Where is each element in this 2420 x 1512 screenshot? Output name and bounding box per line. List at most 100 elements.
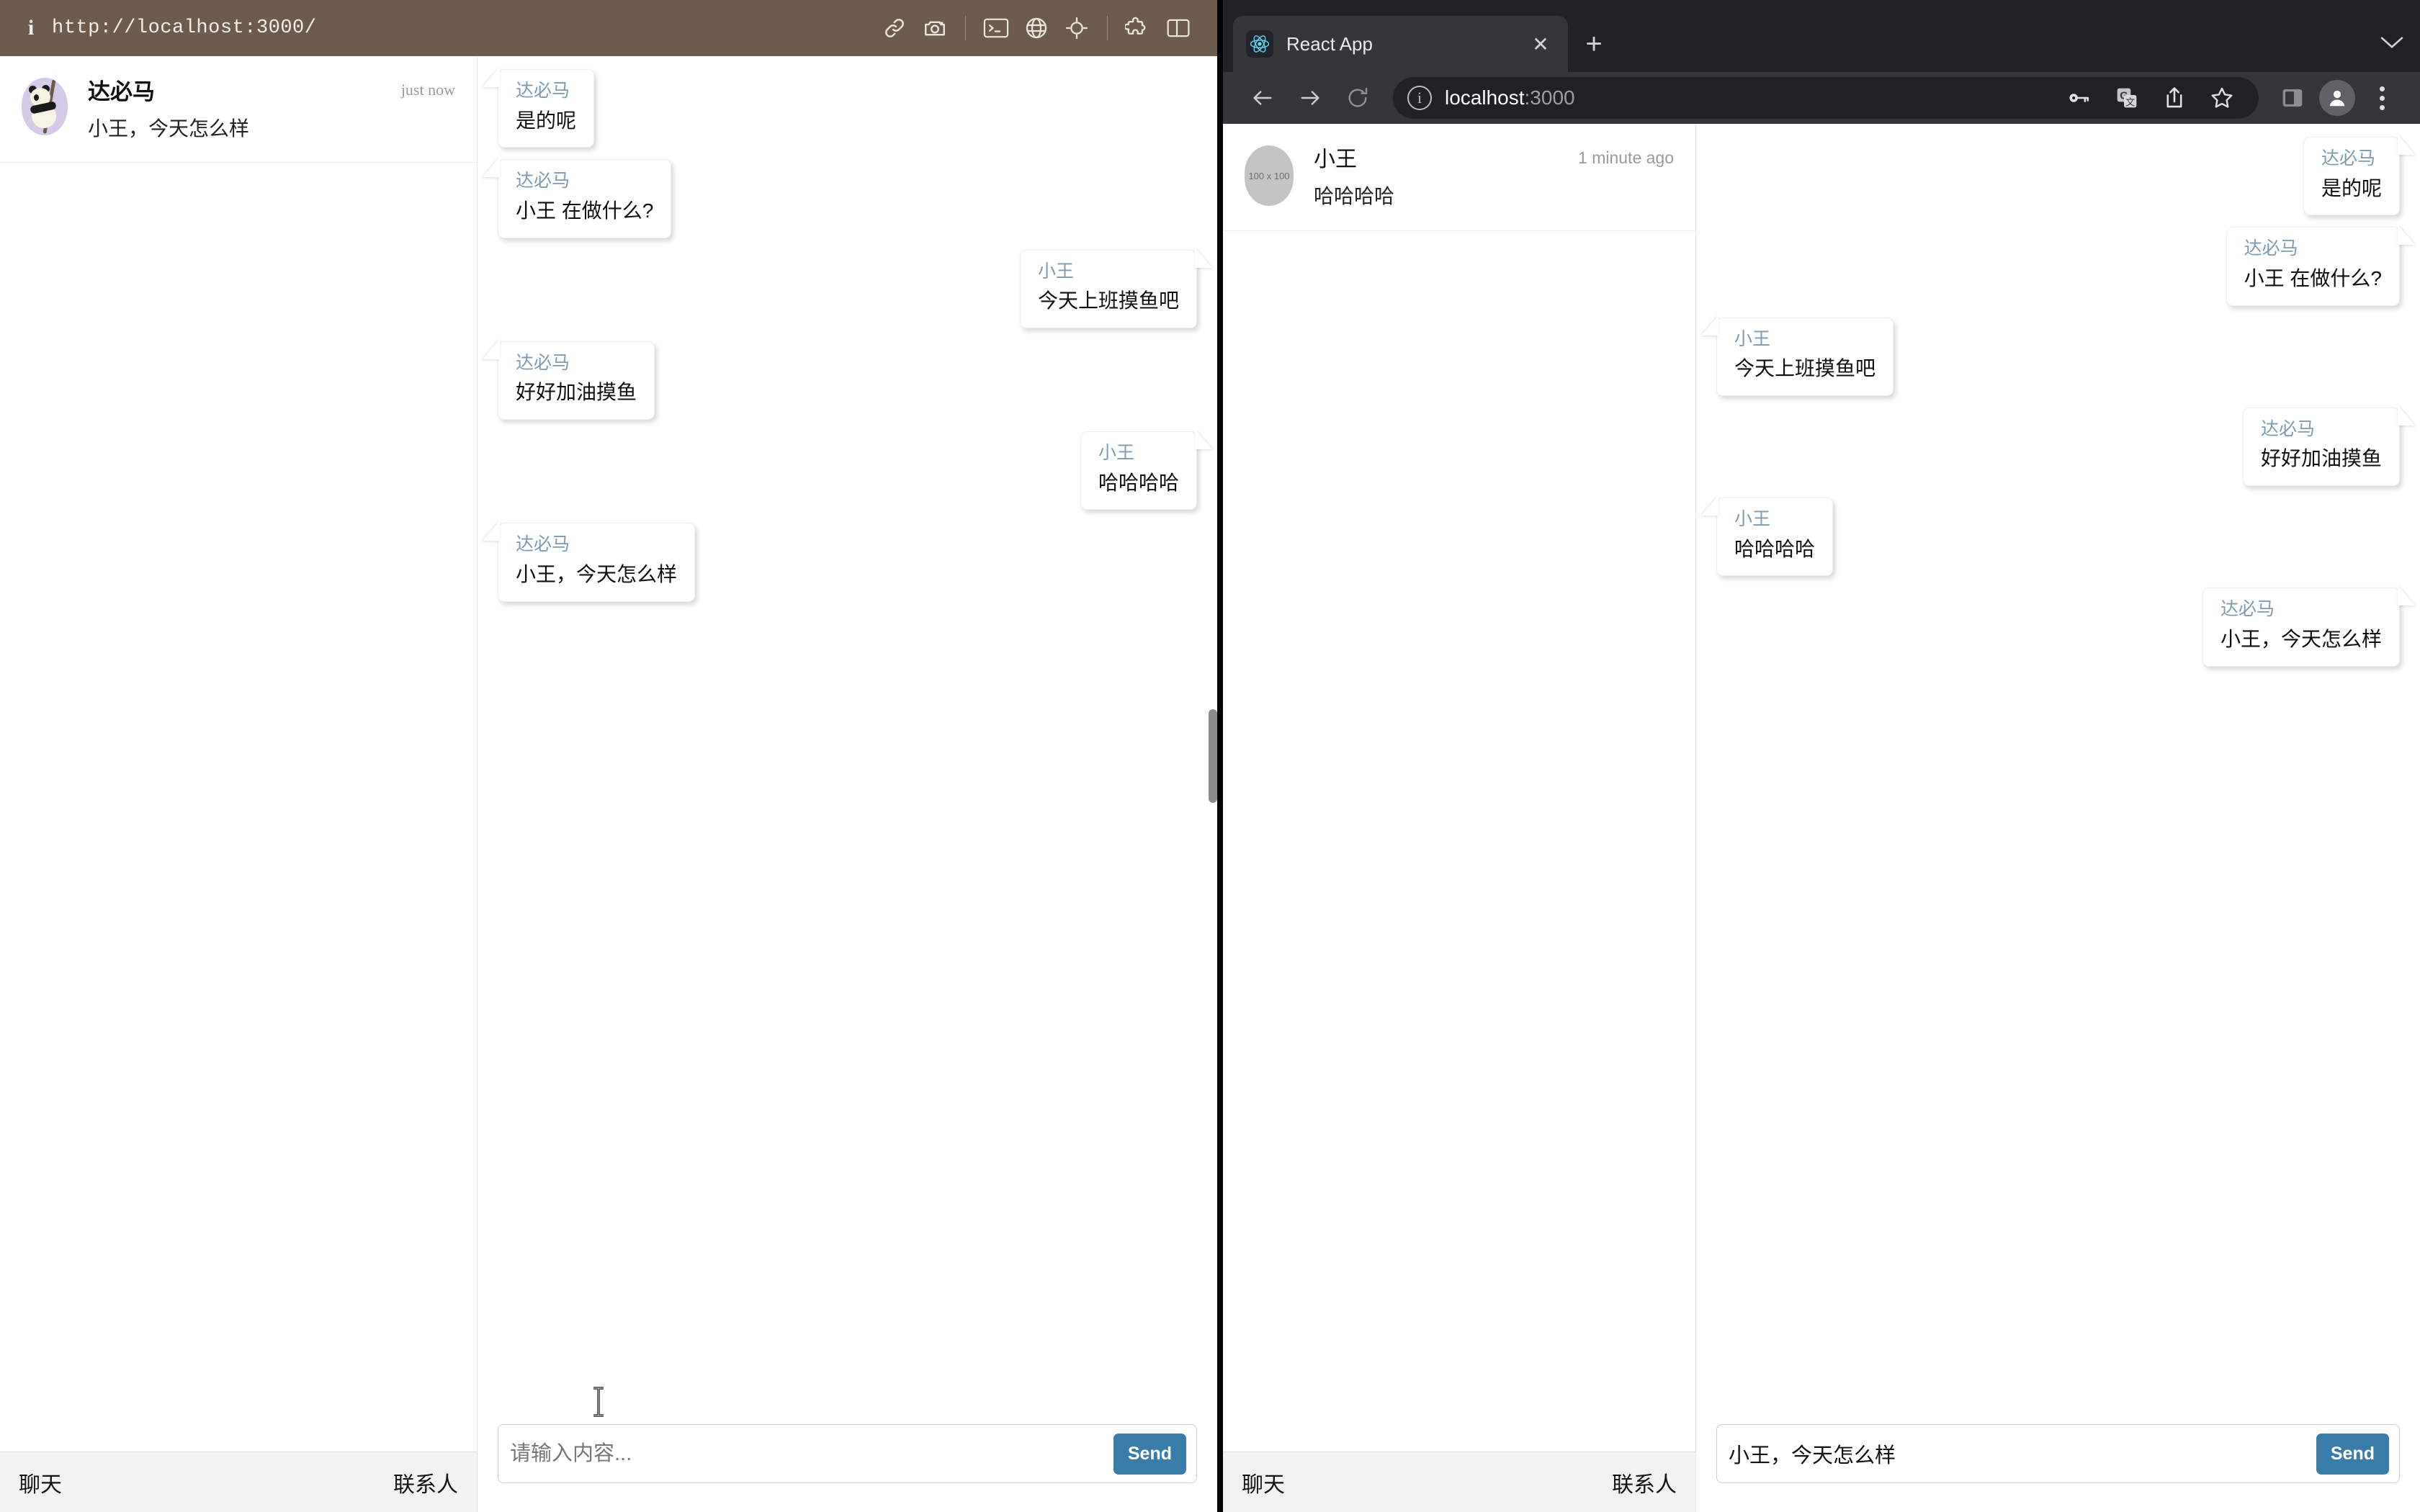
scrollbar-thumb[interactable] <box>1209 709 1217 803</box>
message-row: 达必马 好好加油摸鱼 <box>1716 407 2400 487</box>
browser-tab[interactable]: React App ✕ <box>1233 16 1568 72</box>
message-sender: 小王 <box>1098 443 1134 464</box>
avatar-size-label: 100 x 100 <box>1248 170 1290 181</box>
share-icon[interactable] <box>2152 77 2197 119</box>
tab-chat[interactable]: 聊天 <box>19 1467 62 1498</box>
right-bottom-tabbar: 聊天 联系人 <box>1223 1452 1695 1512</box>
toolbar-divider <box>965 16 966 40</box>
message-bubble: 达必马 好好加油摸鱼 <box>498 341 655 420</box>
message-input[interactable] <box>1724 1441 2316 1466</box>
split-panel-icon[interactable] <box>1158 8 1198 48</box>
left-message-list: 达必马 是的呢 达必马 小王 在做什么? 小王 今天上班摸鱼吧 达必马 好好加油摸鱼 小王 哈哈哈… <box>478 56 1217 1408</box>
send-button[interactable]: Send <box>2316 1433 2389 1475</box>
contact-list-item[interactable]: 100 x 100 小王 哈哈哈哈 1 minute ago <box>1223 124 1695 231</box>
profile-avatar-icon[interactable] <box>2315 77 2360 119</box>
site-info-icon[interactable]: i <box>1407 86 1432 110</box>
contact-list-item[interactable]: 达必马 小王，今天怎么样 just now <box>0 56 477 163</box>
puzzle-icon[interactable] <box>1118 8 1158 48</box>
tab-contacts[interactable]: 联系人 <box>1612 1467 1677 1498</box>
message-bubble: 小王 今天上班摸鱼吧 <box>1019 249 1197 328</box>
toolbar-divider-2 <box>1107 16 1108 40</box>
url-port: :3000 <box>1524 86 1575 109</box>
left-composer[interactable]: Send <box>498 1424 1197 1483</box>
message-content: 好好加油摸鱼 <box>516 381 637 404</box>
left-app-body: 达必马 小王，今天怎么样 just now 聊天 联系人 达必马 是的呢 达必马 小王… <box>0 56 1217 1512</box>
contact-snippet: 哈哈哈哈 <box>1314 185 1395 207</box>
message-bubble: 达必马 小王，今天怎么样 <box>498 523 696 602</box>
message-row: 达必马 小王 在做什么? <box>1716 227 2400 306</box>
camera-icon[interactable] <box>915 8 955 48</box>
left-contacts-column: 达必马 小王，今天怎么样 just now 聊天 联系人 <box>0 56 478 1512</box>
message-row: 达必马 好好加油摸鱼 <box>498 341 1197 420</box>
side-panel-icon[interactable] <box>2270 77 2315 119</box>
window-gutter <box>1217 0 1223 1512</box>
message-row: 小王 今天上班摸鱼吧 <box>498 249 1197 328</box>
close-tab-icon[interactable]: ✕ <box>1526 32 1555 56</box>
chrome-toolbar: i localhost:3000 G 文 <box>1223 72 2420 124</box>
message-bubble: 小王 哈哈哈哈 <box>1080 431 1197 510</box>
back-arrow-icon[interactable] <box>1239 77 1286 119</box>
message-row: 达必马 小王，今天怎么样 <box>498 523 1197 602</box>
message-row: 达必马 是的呢 <box>1716 137 2400 216</box>
bookmark-star-icon[interactable] <box>2200 77 2244 119</box>
message-sender: 小王 <box>1734 328 1771 349</box>
contact-snippet: 小王，今天怎么样 <box>88 117 250 140</box>
message-sender: 小王 <box>1734 509 1771 530</box>
contact-timestamp: just now <box>400 81 455 99</box>
panda-avatar <box>22 78 68 135</box>
chevron-down-icon[interactable] <box>2380 33 2404 55</box>
forward-arrow-icon[interactable] <box>1286 77 1334 119</box>
message-bubble: 达必马 小王 在做什么? <box>498 159 672 238</box>
password-key-icon[interactable] <box>2057 77 2102 119</box>
reload-icon[interactable] <box>1334 77 1381 119</box>
url-host: localhost <box>1445 86 1525 109</box>
chrome-tabstrip: React App ✕ + <box>1223 0 2420 72</box>
info-icon: i <box>27 16 35 40</box>
contact-timestamp: 1 minute ago <box>1578 148 1674 167</box>
message-sender: 达必马 <box>516 81 570 101</box>
message-input[interactable] <box>506 1441 1113 1466</box>
globe-icon[interactable] <box>1016 8 1057 48</box>
message-content: 今天上班摸鱼吧 <box>1037 289 1179 312</box>
right-contacts-column: 100 x 100 小王 哈哈哈哈 1 minute ago 聊天 联系人 <box>1223 124 1696 1512</box>
contact-name: 达必马 <box>88 79 155 104</box>
message-row: 小王 今天上班摸鱼吧 <box>1716 317 2400 396</box>
message-sender: 达必马 <box>516 534 570 555</box>
crosshair-icon[interactable] <box>1057 8 1097 48</box>
send-button[interactable]: Send <box>1113 1433 1186 1475</box>
contacts-empty-space <box>0 163 477 1452</box>
message-content: 小王，今天怎么样 <box>2220 627 2382 650</box>
message-bubble: 小王 哈哈哈哈 <box>1716 498 1834 577</box>
chrome-browser-window: React App ✕ + i localhost:3000 G 文 100 x… <box>1223 0 2420 1512</box>
left-chat-column: 达必马 是的呢 达必马 小王 在做什么? 小王 今天上班摸鱼吧 达必马 好好加油摸鱼 小王 哈哈哈… <box>478 56 1217 1512</box>
right-message-list: 达必马 是的呢 达必马 小王 在做什么? 小王 今天上班摸鱼吧 达必马 好好加油摸鱼 小王 哈哈哈… <box>1696 124 2420 1408</box>
svg-text:文: 文 <box>2125 97 2135 108</box>
tab-contacts[interactable]: 联系人 <box>393 1467 458 1498</box>
address-text[interactable]: http://localhost:3000/ <box>52 17 316 39</box>
contact-text-block: 小王 哈哈哈哈 <box>1314 144 1578 212</box>
message-content: 哈哈哈哈 <box>1098 471 1179 494</box>
tab-title: React App <box>1286 32 1373 55</box>
message-sender: 达必马 <box>516 171 570 192</box>
message-row: 达必马 是的呢 <box>498 69 1197 148</box>
message-content: 哈哈哈哈 <box>1734 537 1816 560</box>
message-bubble: 小王 今天上班摸鱼吧 <box>1716 317 1894 396</box>
omnibox-actions: G 文 <box>2057 77 2244 119</box>
address-bar[interactable]: i localhost:3000 G 文 <box>1393 77 2259 119</box>
tab-chat[interactable]: 聊天 <box>1242 1467 1285 1498</box>
left-window-toolbar <box>874 8 1198 48</box>
message-row: 小王 哈哈哈哈 <box>498 431 1197 510</box>
message-content: 小王 在做什么? <box>2244 266 2382 289</box>
left-browser-window: i http://localhost:3000/ 达必马 小王，今天怎么样 ju… <box>0 0 1217 1512</box>
message-content: 今天上班摸鱼吧 <box>1734 357 1876 380</box>
right-composer-area: Send <box>1696 1408 2420 1512</box>
three-dot-menu-icon[interactable] <box>2360 77 2404 119</box>
right-composer[interactable]: Send <box>1716 1424 2400 1483</box>
terminal-icon[interactable] <box>976 8 1016 48</box>
message-sender: 达必马 <box>2220 599 2275 620</box>
react-logo-icon <box>1246 30 1273 58</box>
message-bubble: 达必马 是的呢 <box>2303 137 2400 216</box>
translate-icon[interactable]: G 文 <box>2105 77 2149 119</box>
new-tab-icon[interactable]: + <box>1568 16 1620 72</box>
link-icon[interactable] <box>874 8 915 48</box>
